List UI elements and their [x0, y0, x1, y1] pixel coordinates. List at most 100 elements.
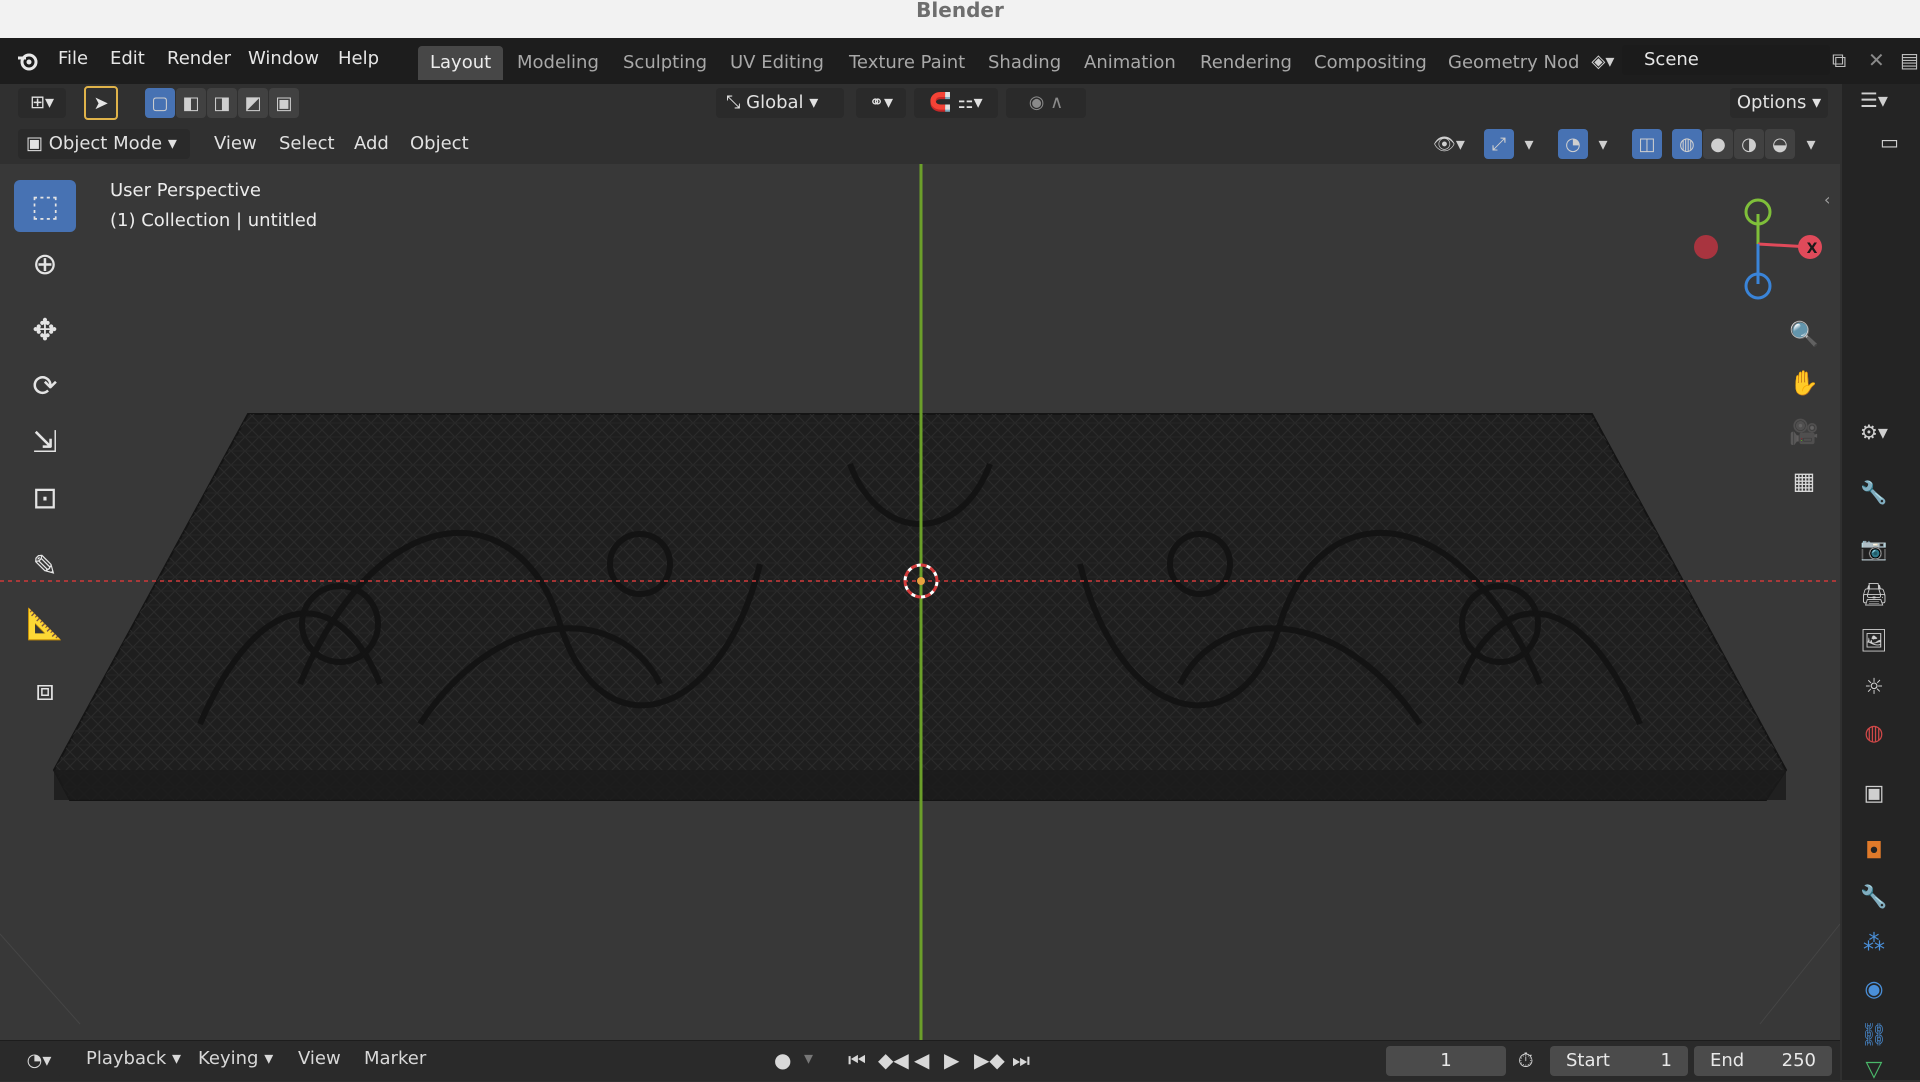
view-layer-icon[interactable]: ▤ [1900, 48, 1920, 74]
start-frame-field[interactable]: Start 1 [1550, 1046, 1688, 1076]
add-menu[interactable]: Add [354, 129, 389, 159]
scene-name-field[interactable]: Scene [1622, 45, 1830, 75]
record-keyframes-icon[interactable]: ● [774, 1048, 791, 1072]
view-menu[interactable]: View [214, 129, 257, 159]
new-scene-icon[interactable]: ⧉ [1832, 48, 1858, 74]
3d-viewport[interactable]: X User Perspective (1) Collection | unti… [0, 164, 1840, 1040]
modifier-properties-icon[interactable]: 🔧 [1857, 880, 1891, 914]
jump-end-icon[interactable]: ⏭ [1012, 1048, 1030, 1072]
select-box-icon[interactable]: ⬚ [14, 180, 76, 232]
view-layer-properties-icon[interactable]: 🖼 [1857, 624, 1891, 658]
add-cube-icon[interactable]: ⧈ [14, 664, 76, 716]
pivot-point-dropdown[interactable]: ⚭▾ [856, 88, 906, 118]
jump-start-icon[interactable]: ⏮ [848, 1048, 866, 1072]
rendered-shading-icon[interactable]: ◒ [1765, 129, 1795, 159]
playback-menu[interactable]: Playback ▾ [86, 1048, 181, 1069]
scene-properties-icon[interactable]: ☼ [1857, 670, 1891, 704]
proportional-editing-toggle[interactable]: ◉ ∧ [1006, 88, 1086, 118]
tab-modeling[interactable]: Modeling [505, 46, 611, 80]
transform-icon[interactable]: ⊡ [14, 472, 76, 524]
play-icon[interactable]: ▶ [944, 1048, 959, 1072]
end-frame-field[interactable]: End 250 [1694, 1046, 1832, 1076]
tool-properties-icon[interactable]: 🔧 [1857, 476, 1891, 510]
tab-animation[interactable]: Animation [1072, 46, 1188, 80]
overlays-toggle-icon[interactable]: ◔ [1558, 129, 1588, 159]
options-dropdown[interactable]: Options ▾ [1730, 88, 1828, 118]
transform-orientation-dropdown[interactable]: ⤡ Global ▾ [716, 88, 844, 118]
move-icon[interactable]: ✥ [14, 304, 76, 356]
world-properties-icon[interactable]: ◍ [1857, 716, 1891, 750]
scale-icon[interactable]: ⇲ [14, 416, 76, 468]
gizmo-toggle-icon[interactable]: ⤢ [1484, 129, 1514, 159]
rotate-icon[interactable]: ⟳ [14, 360, 76, 412]
camera-view-icon[interactable]: 🎥 [1786, 414, 1822, 450]
menu-render[interactable]: Render [167, 48, 231, 69]
select-menu[interactable]: Select [279, 129, 335, 159]
stopwatch-icon[interactable]: ⏱ [1518, 1048, 1534, 1072]
floor-grid-line [0, 933, 81, 1025]
scene-selector-icon[interactable]: ◈▾ [1586, 46, 1620, 76]
prev-keyframe-icon[interactable]: ◆◀ [878, 1048, 909, 1072]
select-intersect-icon[interactable]: ▣ [269, 88, 299, 118]
tab-sculpting[interactable]: Sculpting [611, 46, 719, 80]
solid-shading-icon[interactable]: ● [1703, 129, 1733, 159]
tab-layout[interactable]: Layout [418, 46, 504, 80]
overlays-dropdown-icon[interactable]: ▾ [1588, 129, 1618, 159]
outliner-type-icon[interactable]: ☰▾ [1860, 88, 1900, 118]
marker-menu[interactable]: Marker [364, 1048, 426, 1069]
output-properties-icon[interactable]: 🖨 [1857, 578, 1891, 612]
editor-type-dropdown[interactable]: ⊞▾ [18, 88, 66, 118]
measure-icon[interactable]: 📐 [14, 598, 76, 650]
pan-hand-icon[interactable]: ✋ [1786, 365, 1822, 401]
select-extend-icon[interactable]: ◧ [176, 88, 206, 118]
data-properties-icon[interactable]: ▽ [1857, 1057, 1891, 1082]
blender-logo-icon[interactable] [16, 49, 40, 73]
select-invert-icon[interactable]: ◩ [238, 88, 268, 118]
visibility-icon[interactable]: 👁▾ [1426, 129, 1472, 159]
mode-dropdown[interactable]: ▣ Object Mode ▾ [18, 129, 190, 159]
timeline-view-menu[interactable]: View [298, 1048, 341, 1069]
collection-properties-icon[interactable]: ▣ [1857, 776, 1891, 810]
material-shading-icon[interactable]: ◑ [1734, 129, 1764, 159]
gizmo-dropdown-icon[interactable]: ▾ [1514, 129, 1544, 159]
record-options-icon[interactable]: ▾ [804, 1048, 813, 1069]
current-frame-field[interactable]: 1 [1386, 1046, 1506, 1076]
tab-uv-editing[interactable]: UV Editing [718, 46, 836, 80]
menu-file[interactable]: File [58, 48, 88, 69]
tab-rendering[interactable]: Rendering [1188, 46, 1304, 80]
delete-scene-icon[interactable]: ✕ [1868, 48, 1894, 74]
physics-properties-icon[interactable]: ◉ [1857, 972, 1891, 1006]
wireframe-shading-icon[interactable]: ◍ [1672, 129, 1702, 159]
end-value: 250 [1781, 1050, 1816, 1071]
next-keyframe-icon[interactable]: ▶◆ [974, 1048, 1005, 1072]
select-new-icon[interactable]: ▢ [145, 88, 175, 118]
gizmo-neg-x-handle[interactable] [1694, 235, 1718, 259]
tab-compositing[interactable]: Compositing [1302, 46, 1439, 80]
shading-dropdown-icon[interactable]: ▾ [1796, 129, 1826, 159]
menu-edit[interactable]: Edit [110, 48, 145, 69]
perspective-toggle-icon[interactable]: ▦ [1786, 463, 1822, 499]
render-properties-icon[interactable]: 📷 [1857, 532, 1891, 566]
snapping-toggle[interactable]: 🧲 ⚏▾ [914, 88, 998, 118]
menu-window[interactable]: Window [248, 48, 319, 69]
active-tool-icon[interactable]: ➤ [84, 86, 118, 120]
keying-menu[interactable]: Keying ▾ [198, 1048, 273, 1069]
object-menu[interactable]: Object [410, 129, 469, 159]
object-properties-icon[interactable]: ◘ [1857, 834, 1891, 868]
play-reverse-icon[interactable]: ◀ [914, 1048, 929, 1072]
xray-toggle-icon[interactable]: ◫ [1632, 129, 1662, 159]
zoom-icon[interactable]: 🔍 [1786, 316, 1822, 352]
cursor-icon[interactable]: ⊕ [14, 238, 76, 290]
particle-properties-icon[interactable]: ⁂ [1857, 926, 1891, 960]
timeline-editor-type-icon[interactable]: ◔▾ [16, 1046, 62, 1076]
annotate-icon[interactable]: ✎ [14, 540, 76, 592]
properties-type-icon[interactable]: ⚙▾ [1860, 420, 1906, 450]
select-subtract-icon[interactable]: ◨ [207, 88, 237, 118]
sidebar-toggle-icon[interactable]: ‹ [1824, 190, 1838, 210]
menu-help[interactable]: Help [338, 48, 379, 69]
tab-shading[interactable]: Shading [976, 46, 1073, 80]
orientation-icon: ⤡ [726, 92, 747, 113]
tab-geometry-nodes[interactable]: Geometry Nod [1436, 46, 1591, 80]
tab-texture-paint[interactable]: Texture Paint [837, 46, 977, 80]
constraint-properties-icon[interactable]: ⛓ [1857, 1018, 1891, 1052]
